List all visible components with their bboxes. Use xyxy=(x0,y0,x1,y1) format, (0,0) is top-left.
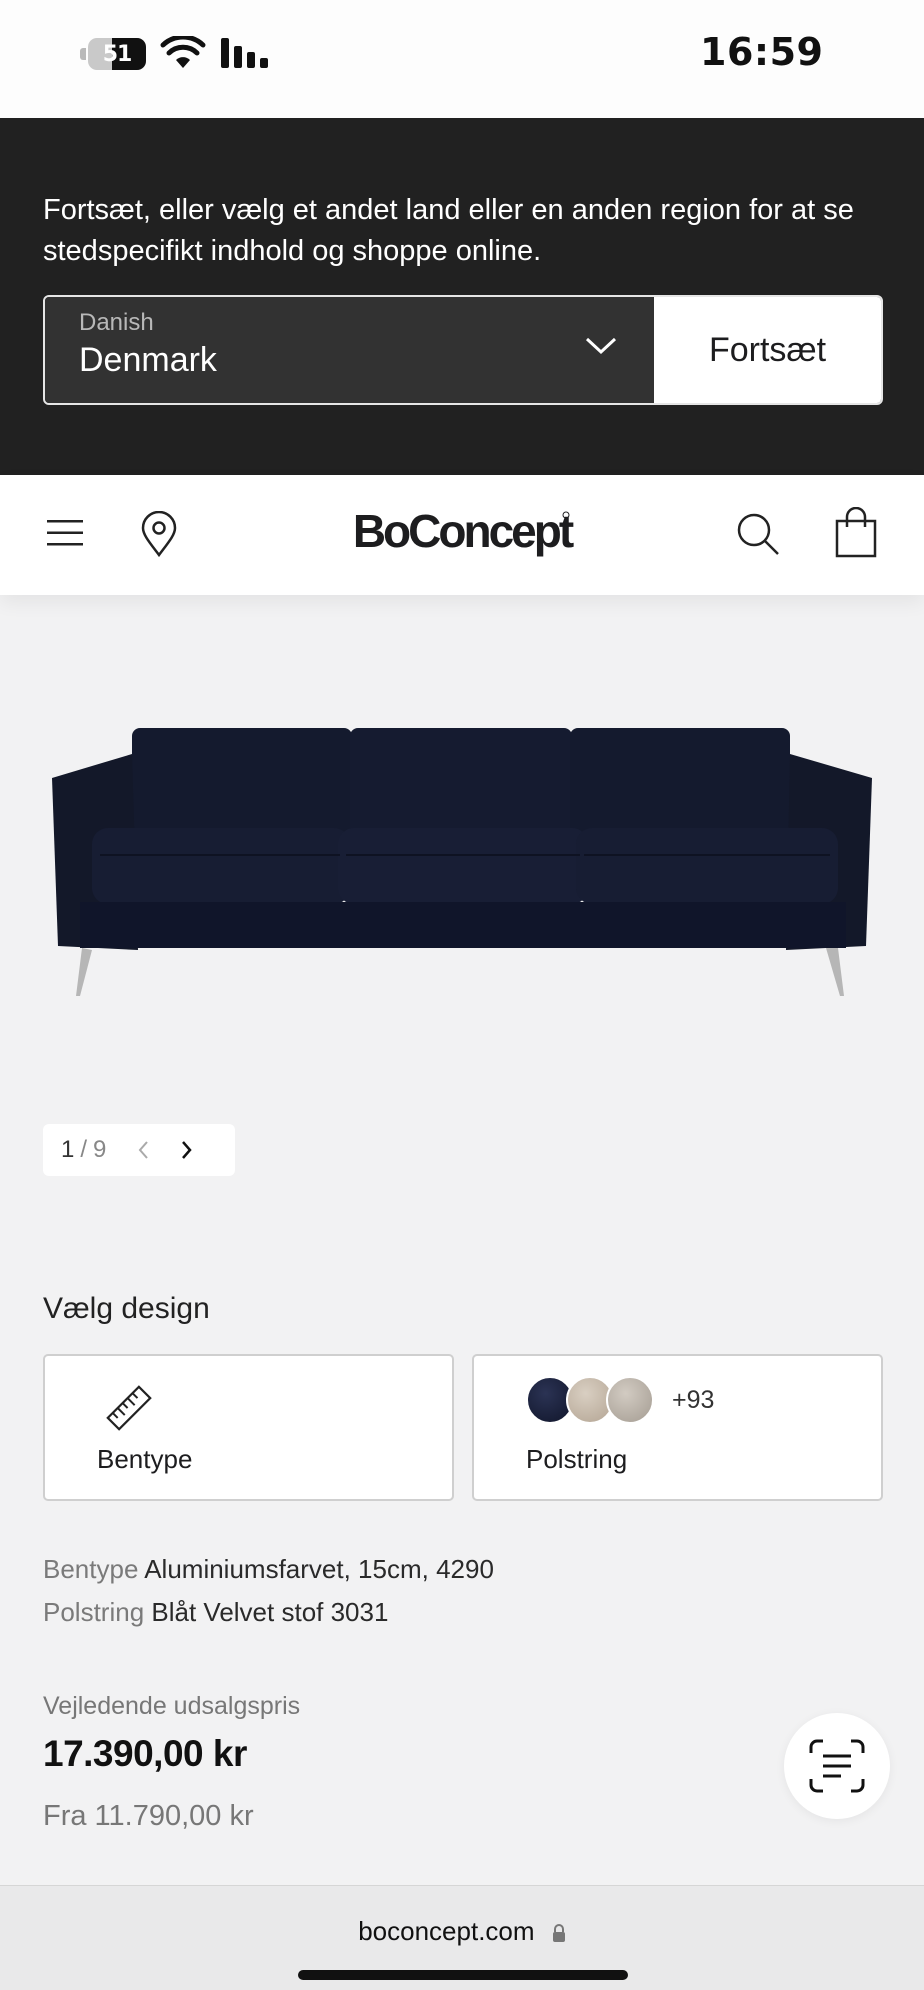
spec-value: Aluminiumsfarvet, 15cm, 4290 xyxy=(144,1554,494,1584)
clock: 16:59 xyxy=(700,30,824,74)
pager-current: 1 xyxy=(61,1136,75,1163)
price-amount: 17.390,00 kr xyxy=(43,1733,247,1774)
region-selector: Danish Denmark Fortsæt xyxy=(43,295,883,405)
pager-separator: / xyxy=(80,1136,88,1163)
ruler-icon xyxy=(106,1385,152,1431)
logo-text: BoConcept xyxy=(353,505,574,557)
continue-button[interactable]: Fortsæt xyxy=(654,297,881,403)
price-label: Vejledende udsalgspris xyxy=(43,1692,301,1720)
wifi-icon xyxy=(160,36,206,68)
spec-key: Bentype xyxy=(43,1554,139,1584)
scan-text-button[interactable] xyxy=(784,1713,890,1819)
region-message: Fortsæt, eller vælg et andet land eller … xyxy=(43,194,854,267)
legs-option-card[interactable]: Bentype xyxy=(43,1354,454,1501)
swatch-grey-fabric xyxy=(606,1376,654,1424)
country-select[interactable]: Danish Denmark xyxy=(45,297,654,403)
menu-icon[interactable] xyxy=(45,518,85,548)
product-image-sofa[interactable] xyxy=(40,710,880,1010)
upholstery-option-label: Polstring xyxy=(526,1444,628,1474)
scan-text-icon xyxy=(809,1739,865,1793)
status-bar: 51 16:59 xyxy=(0,0,924,118)
region-banner: Fortsæt, eller vælg et andet land eller … xyxy=(0,118,924,475)
spec-key: Polstring xyxy=(43,1597,145,1627)
language-label: Danish xyxy=(79,309,154,336)
url-text: boconcept.com xyxy=(358,1916,535,1946)
spec-value: Blåt Velvet stof 3031 xyxy=(151,1597,389,1627)
upholstery-option-card[interactable]: +93 Polstring xyxy=(472,1354,883,1501)
spec-legs: Bentype Aluminiumsfarvet, 15cm, 4290 xyxy=(43,1554,494,1585)
lock-icon xyxy=(552,1924,565,1943)
url-field[interactable]: boconcept.com xyxy=(0,1916,924,1947)
country-value: Denmark xyxy=(79,341,217,379)
shopping-bag-icon[interactable] xyxy=(833,507,879,559)
brand-logo[interactable]: BoConcept xyxy=(350,503,577,563)
chevron-left-icon[interactable] xyxy=(134,1138,154,1162)
location-pin-icon[interactable] xyxy=(140,511,178,557)
home-indicator[interactable] xyxy=(298,1970,628,1980)
spec-upholstery: Polstring Blåt Velvet stof 3031 xyxy=(43,1597,388,1628)
pager-total: 9 xyxy=(93,1136,107,1163)
chevron-right-icon[interactable] xyxy=(176,1138,196,1162)
signal-icon xyxy=(221,38,268,68)
image-pager: 1 / 9 xyxy=(43,1124,235,1176)
battery-level: 51 xyxy=(102,41,133,67)
design-section-title: Vælg design xyxy=(43,1292,210,1325)
search-icon[interactable] xyxy=(735,511,783,559)
legs-option-label: Bentype xyxy=(97,1444,193,1474)
swatch-more-count: +93 xyxy=(672,1386,715,1414)
site-header: BoConcept xyxy=(0,475,924,595)
price-from: Fra 11.790,00 kr xyxy=(43,1800,254,1832)
chevron-down-icon xyxy=(585,337,617,355)
battery-icon: 51 xyxy=(80,38,148,70)
